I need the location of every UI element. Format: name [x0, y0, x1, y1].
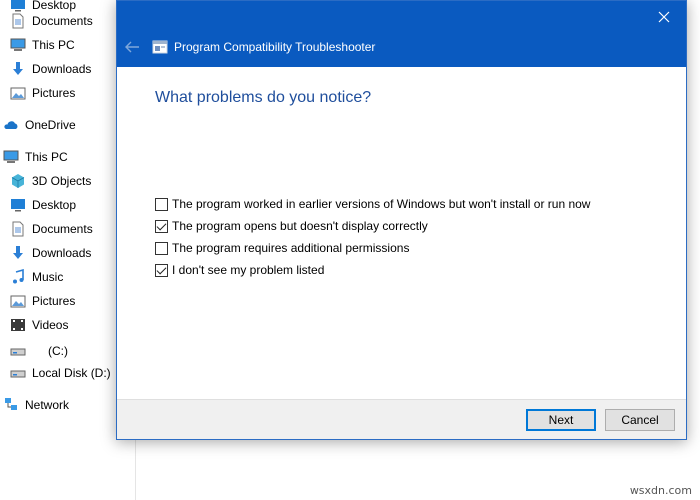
back-button[interactable]: [121, 37, 143, 57]
troubleshooter-app-icon: [152, 40, 168, 54]
troubleshooter-dialog: Program Compatibility Troubleshooter Wha…: [116, 0, 687, 440]
option-label: The program requires additional permissi…: [172, 241, 410, 255]
next-button[interactable]: Next: [526, 409, 596, 431]
option-additional-permissions[interactable]: The program requires additional permissi…: [155, 239, 409, 257]
checkbox[interactable]: [155, 263, 168, 277]
dialog-title: Program Compatibility Troubleshooter: [174, 40, 376, 54]
option-display-incorrectly[interactable]: The program opens but doesn't display co…: [155, 217, 428, 235]
option-worked-earlier-versions[interactable]: The program worked in earlier versions o…: [155, 195, 590, 213]
documents-icon: [10, 13, 26, 29]
nav-item-label: OneDrive: [25, 118, 76, 132]
close-button[interactable]: [642, 1, 686, 33]
this-pc-icon: [3, 149, 19, 165]
option-label: I don't see my problem listed: [172, 263, 325, 277]
network-icon: [3, 397, 19, 413]
drive-icon: [10, 365, 26, 381]
music-icon: [10, 269, 26, 285]
checkbox[interactable]: [155, 219, 168, 233]
nav-item-label: 3D Objects: [32, 174, 92, 188]
nav-item-label: Downloads: [32, 246, 92, 260]
nav-item-label: This PC: [32, 38, 75, 52]
back-arrow-icon: [125, 41, 139, 53]
nav-item-label: Pictures: [32, 86, 76, 100]
option-problem-not-listed[interactable]: I don't see my problem listed: [155, 261, 324, 279]
nav-item-label: Documents: [32, 14, 93, 28]
videos-icon: [10, 317, 26, 333]
page-heading: What problems do you notice?: [155, 89, 372, 106]
nav-item-label: Local Disk (D:): [32, 366, 111, 380]
nav-item-label: Network: [25, 398, 70, 412]
pictures-icon: [10, 293, 26, 309]
nav-item-label: Pictures: [32, 294, 76, 308]
nav-item-label: Documents: [32, 222, 93, 236]
documents-icon: [10, 221, 26, 237]
downloads-icon: [10, 61, 26, 77]
this-pc-icon: [10, 37, 26, 53]
nav-item-label: This PC: [25, 150, 68, 164]
dialog-titlebar: Program Compatibility Troubleshooter: [117, 1, 686, 67]
nav-item-label: Desktop: [32, 198, 77, 212]
3d-objects-icon: [10, 173, 26, 189]
option-label: The program opens but doesn't display co…: [172, 219, 428, 233]
nav-item-label: Downloads: [32, 62, 92, 76]
onedrive-icon: [3, 117, 19, 133]
nav-item-label: Videos: [32, 318, 69, 332]
pictures-icon: [10, 85, 26, 101]
downloads-icon: [10, 245, 26, 261]
checkbox[interactable]: [155, 241, 168, 255]
dialog-footer: Next Cancel: [117, 399, 686, 439]
drive-icon: [10, 343, 26, 359]
nav-item-label: Music: [32, 270, 64, 284]
checkbox[interactable]: [155, 197, 168, 211]
desktop-icon: [10, 197, 26, 213]
watermark: wsxdn.com: [629, 484, 692, 497]
option-label: The program worked in earlier versions o…: [172, 197, 591, 211]
close-icon: [658, 11, 670, 23]
cancel-button[interactable]: Cancel: [605, 409, 675, 431]
nav-item-label: (C:): [48, 344, 68, 358]
